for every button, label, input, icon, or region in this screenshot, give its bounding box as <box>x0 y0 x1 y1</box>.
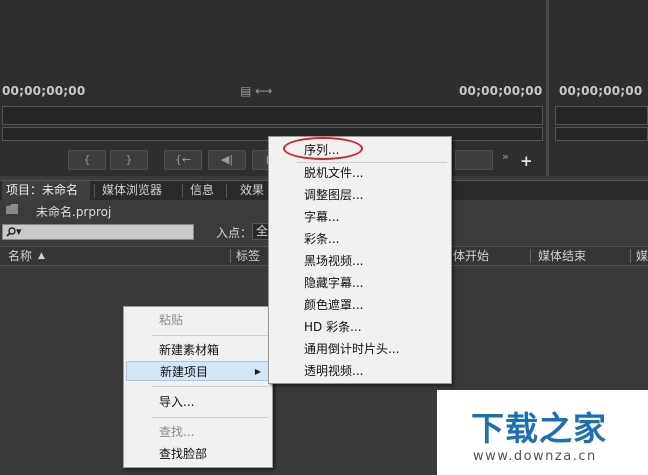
submenu-item-title[interactable]: 字幕... <box>269 207 451 227</box>
submenu-item-bars-and-tone[interactable]: 彩条... <box>269 229 451 249</box>
menu-item-new-bin[interactable]: 新建素材箱 <box>124 340 272 360</box>
step-back-button[interactable]: ◀| <box>208 150 246 170</box>
tab-project[interactable]: 项目：未命名× <box>2 181 90 216</box>
tab-effects[interactable]: 效果 <box>236 181 268 200</box>
tab-media-browser[interactable]: 媒体浏览器 <box>98 181 166 200</box>
search-dropdown-icon[interactable]: ▾ <box>16 225 22 239</box>
column-media-end[interactable]: 媒体结束 <box>538 247 586 265</box>
new-item-submenu: 序列... 脱机文件... 调整图层... 字幕... 彩条... 黑场视频..… <box>268 136 452 384</box>
annotation-ellipse <box>283 137 363 160</box>
folder-icon <box>6 204 18 214</box>
mark-out-button[interactable]: } <box>110 150 148 170</box>
submenu-item-adjustment-layer[interactable]: 调整图层... <box>269 185 451 205</box>
submenu-item-color-matte[interactable]: 颜色遮罩... <box>269 295 451 315</box>
go-to-in-button[interactable]: {← <box>164 150 202 170</box>
watermark-title: 下载之家 <box>471 409 607 448</box>
column-label[interactable]: 标签 <box>236 247 260 265</box>
submenu-item-transparent-video[interactable]: 透明视频... <box>269 361 451 381</box>
menu-item-new-item[interactable]: 新建项目 ▶ <box>126 361 270 381</box>
column-more[interactable]: 媒 <box>636 247 648 265</box>
menu-separator <box>152 335 268 336</box>
submenu-item-captions[interactable]: 隐藏字幕... <box>269 273 451 293</box>
menu-separator <box>152 417 268 418</box>
source-duration-timecode: 00;00;00;00 <box>459 84 543 98</box>
watermark-url: www.downza.cn <box>473 449 597 464</box>
in-point-value: 全 <box>256 224 269 238</box>
submenu-item-black-video[interactable]: 黑场视频... <box>269 251 451 271</box>
project-file-name: 未命名.prproj <box>36 205 112 219</box>
submenu-item-hd-bars[interactable]: HD 彩条... <box>269 317 451 337</box>
search-input[interactable]: ▾ <box>2 224 194 240</box>
column-name[interactable]: 名称 <box>8 247 32 265</box>
source-timecode: 00;00;00;00 <box>2 84 86 98</box>
tab-info[interactable]: 信息 <box>186 181 218 200</box>
add-button[interactable]: + <box>520 152 533 170</box>
search-icon <box>6 227 16 237</box>
program-time-ruler[interactable] <box>555 106 648 125</box>
tab-project-label: 项目：未命名 <box>6 183 79 197</box>
source-time-ruler[interactable] <box>2 106 543 125</box>
menu-item-new-item-label: 新建项目 <box>160 365 209 379</box>
submenu-item-offline-file[interactable]: 脱机文件... <box>269 163 451 183</box>
mark-in-button[interactable]: { <box>68 150 106 170</box>
watermark: 下载之家 www.downza.cn <box>437 390 648 475</box>
program-zoom-bar[interactable] <box>555 127 648 141</box>
menu-item-paste[interactable]: 粘贴 <box>124 310 272 330</box>
menu-separator <box>152 386 268 387</box>
program-monitor: 00;00;00;00 <box>549 0 648 176</box>
in-point-label: 入点： <box>216 226 253 240</box>
menu-item-find[interactable]: 查找... <box>124 422 272 442</box>
column-media-start[interactable]: 体开始 <box>453 247 489 265</box>
context-menu: 粘贴 新建素材箱 新建项目 ▶ 导入... 查找... 查找脸部 <box>123 306 273 468</box>
submenu-item-countdown-leader[interactable]: 通用倒计时片头... <box>269 339 451 359</box>
submenu-arrow-icon: ▶ <box>254 367 261 376</box>
clip-icons[interactable]: ▤ ⟷ <box>240 84 272 98</box>
menu-item-import[interactable]: 导入... <box>124 392 272 412</box>
overflow-icon[interactable]: » <box>502 150 509 163</box>
export-frame-button[interactable] <box>455 150 493 170</box>
program-timecode: 00;00;00;00 <box>559 84 643 98</box>
menu-item-find-faces[interactable]: 查找脸部 <box>124 444 272 464</box>
sort-arrow-icon[interactable]: ▲ <box>38 247 45 265</box>
